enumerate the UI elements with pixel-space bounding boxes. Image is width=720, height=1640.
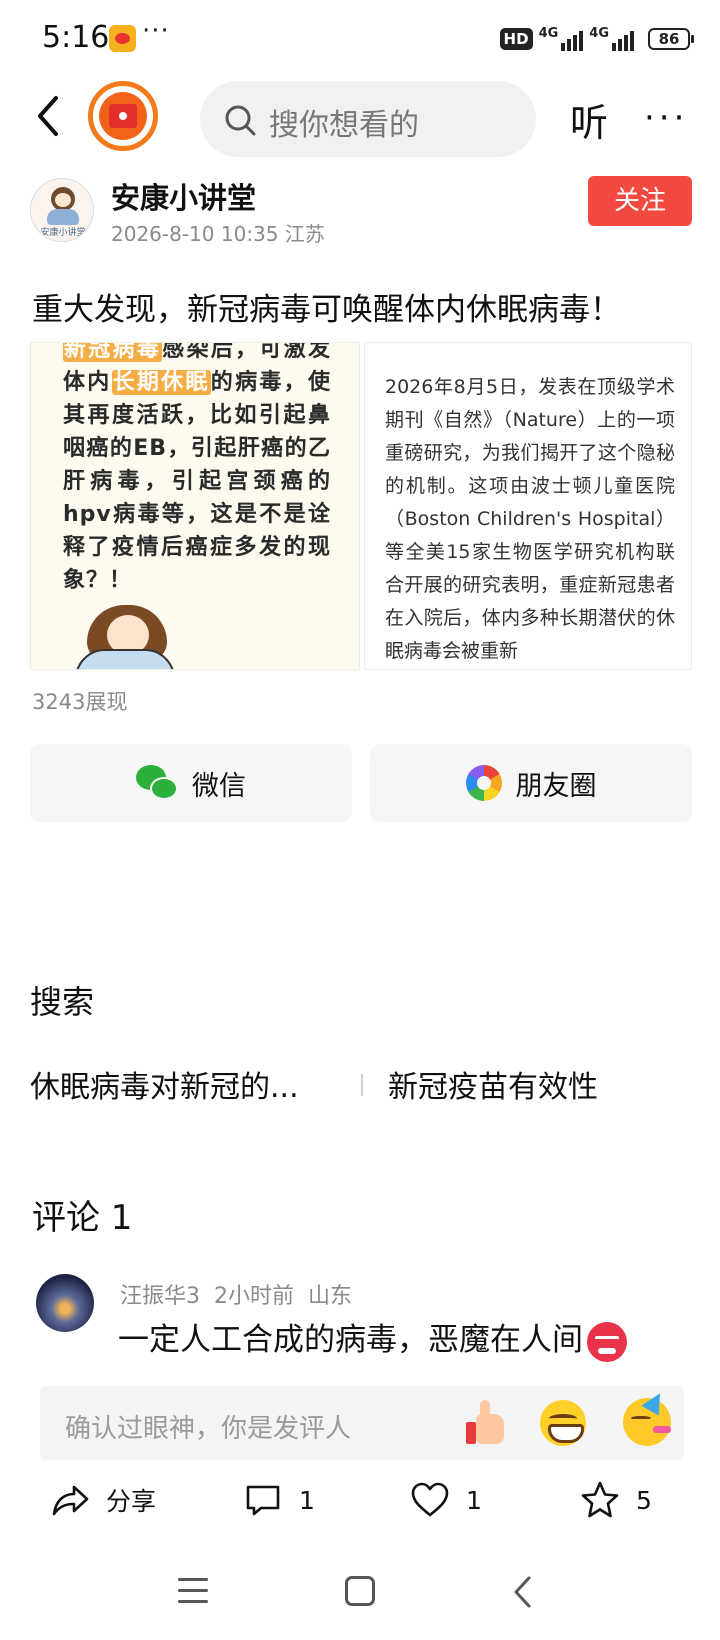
menu-icon[interactable] — [178, 1578, 208, 1604]
search-suggestion[interactable]: 休眠病毒对新冠的... — [30, 1062, 299, 1106]
follow-button[interactable]: 关注 — [588, 176, 692, 226]
share-icon — [52, 1485, 89, 1516]
article-image-right[interactable]: 2026年8月5日，发表在顶级学术期刊《自然》（Nature）上的一项重磅研究，… — [364, 342, 692, 670]
share-action[interactable]: 分享 — [50, 1472, 156, 1528]
like-count: 1 — [466, 1485, 482, 1515]
search-placeholder: 搜你想看的 — [269, 108, 419, 143]
star-icon — [581, 1481, 619, 1518]
image-left-text: 新冠病毒感染后，可激发体内长期休眠的病毒，使其再度活跃，比如引起鼻咽癌的EB，引… — [63, 343, 331, 597]
author-name[interactable]: 安康小讲堂 — [111, 175, 256, 217]
search-suggestion[interactable]: 新冠疫苗有效性 — [388, 1062, 598, 1106]
share-moments-label: 朋友圈 — [515, 770, 597, 802]
comment-input[interactable]: 确认过眼神，你是发评人 — [40, 1386, 684, 1460]
thumbs-up-icon[interactable] — [464, 1400, 510, 1446]
highlight-1: 新冠病毒 — [63, 343, 163, 362]
signal-icon-2: 4G — [589, 27, 634, 51]
comment-meta: 汪振华3 2小时前 山东 — [120, 1278, 352, 1310]
comment-placeholder: 确认过眼神，你是发评人 — [65, 1414, 352, 1444]
search-divider — [361, 1074, 363, 1096]
battery-icon: 86 — [648, 28, 694, 50]
highlight-2: 长期休眠 — [111, 370, 211, 395]
party-face-icon[interactable] — [623, 1388, 671, 1446]
comment-user[interactable]: 汪振华3 — [120, 1284, 200, 1309]
favorite-action[interactable]: 5 — [580, 1472, 652, 1528]
share-moments-button[interactable]: 朋友圈 — [370, 744, 692, 822]
status-time: 5:16 — [42, 20, 110, 55]
status-bar: 5:16 ··· HD 4G 4G 86 — [0, 0, 720, 80]
system-back-icon[interactable] — [510, 1574, 536, 1610]
comment-count: 1 — [299, 1485, 315, 1515]
status-indicators: HD 4G 4G 86 — [499, 24, 694, 54]
search-icon — [225, 105, 256, 136]
home-icon[interactable] — [345, 1576, 375, 1606]
image-right-text: 2026年8月5日，发表在顶级学术期刊《自然》（Nature）上的一项重磅研究，… — [385, 376, 675, 662]
comment-time: 2小时前 — [214, 1284, 294, 1309]
post-meta: 2026-8-10 10:35 江苏 — [111, 222, 325, 246]
grin-face-icon[interactable] — [540, 1400, 586, 1446]
comment-action[interactable]: 1 — [243, 1472, 315, 1528]
illustration-body — [75, 649, 175, 669]
search-bar[interactable]: 搜你想看的 — [200, 81, 536, 157]
avatar-body — [47, 209, 79, 225]
like-action[interactable]: 1 — [410, 1472, 482, 1528]
favorite-count: 5 — [636, 1485, 652, 1515]
share-wechat-label: 微信 — [192, 770, 246, 802]
network-label-2: 4G — [589, 26, 609, 41]
view-count: 3243展现 — [32, 690, 128, 714]
search-section-heading: 搜索 — [30, 983, 95, 1021]
weibo-notification-icon — [109, 25, 136, 52]
listen-button[interactable]: 听 — [570, 92, 608, 147]
comment-text: 一定人工合成的病毒，恶魔在人间 — [118, 1314, 627, 1362]
moments-icon — [465, 765, 502, 801]
angry-face-icon — [587, 1321, 627, 1362]
back-arrow-icon[interactable] — [32, 94, 66, 138]
red-envelope-icon — [99, 92, 147, 140]
author-avatar[interactable]: 安康小讲堂 — [30, 178, 94, 242]
system-nav-bar — [0, 1556, 720, 1640]
avatar-face — [55, 193, 71, 207]
more-options-icon[interactable]: ··· — [644, 98, 688, 138]
comment-body: 一定人工合成的病毒，恶魔在人间 — [118, 1322, 583, 1358]
image-left-text-2: 的病毒，使其再度活跃，比如引起鼻咽癌的EB，引起肝癌的乙肝病毒，引起宫颈癌的hp… — [63, 370, 331, 593]
top-nav: 搜你想看的 听 ··· — [0, 78, 720, 157]
app-logo[interactable] — [88, 81, 158, 151]
signal-icon-1: 4G — [539, 27, 584, 51]
share-wechat-button[interactable]: 微信 — [30, 744, 352, 822]
comments-heading: 评论 1 — [32, 1198, 133, 1238]
wechat-icon — [136, 765, 178, 801]
share-label: 分享 — [106, 1487, 157, 1516]
heart-icon — [411, 1482, 449, 1517]
article-title: 重大发现，新冠病毒可唤醒体内休眠病毒！ — [32, 292, 621, 328]
article-image-left[interactable]: 新冠病毒感染后，可激发体内长期休眠的病毒，使其再度活跃，比如引起鼻咽癌的EB，引… — [30, 342, 360, 670]
status-more-dots: ··· — [142, 16, 170, 46]
comment-location: 山东 — [308, 1284, 353, 1309]
avatar-caption: 安康小讲堂 — [40, 228, 86, 238]
comment-icon — [246, 1485, 280, 1516]
commenter-avatar[interactable] — [36, 1274, 94, 1332]
hd-badge: HD — [499, 28, 533, 50]
network-label-1: 4G — [538, 26, 559, 41]
